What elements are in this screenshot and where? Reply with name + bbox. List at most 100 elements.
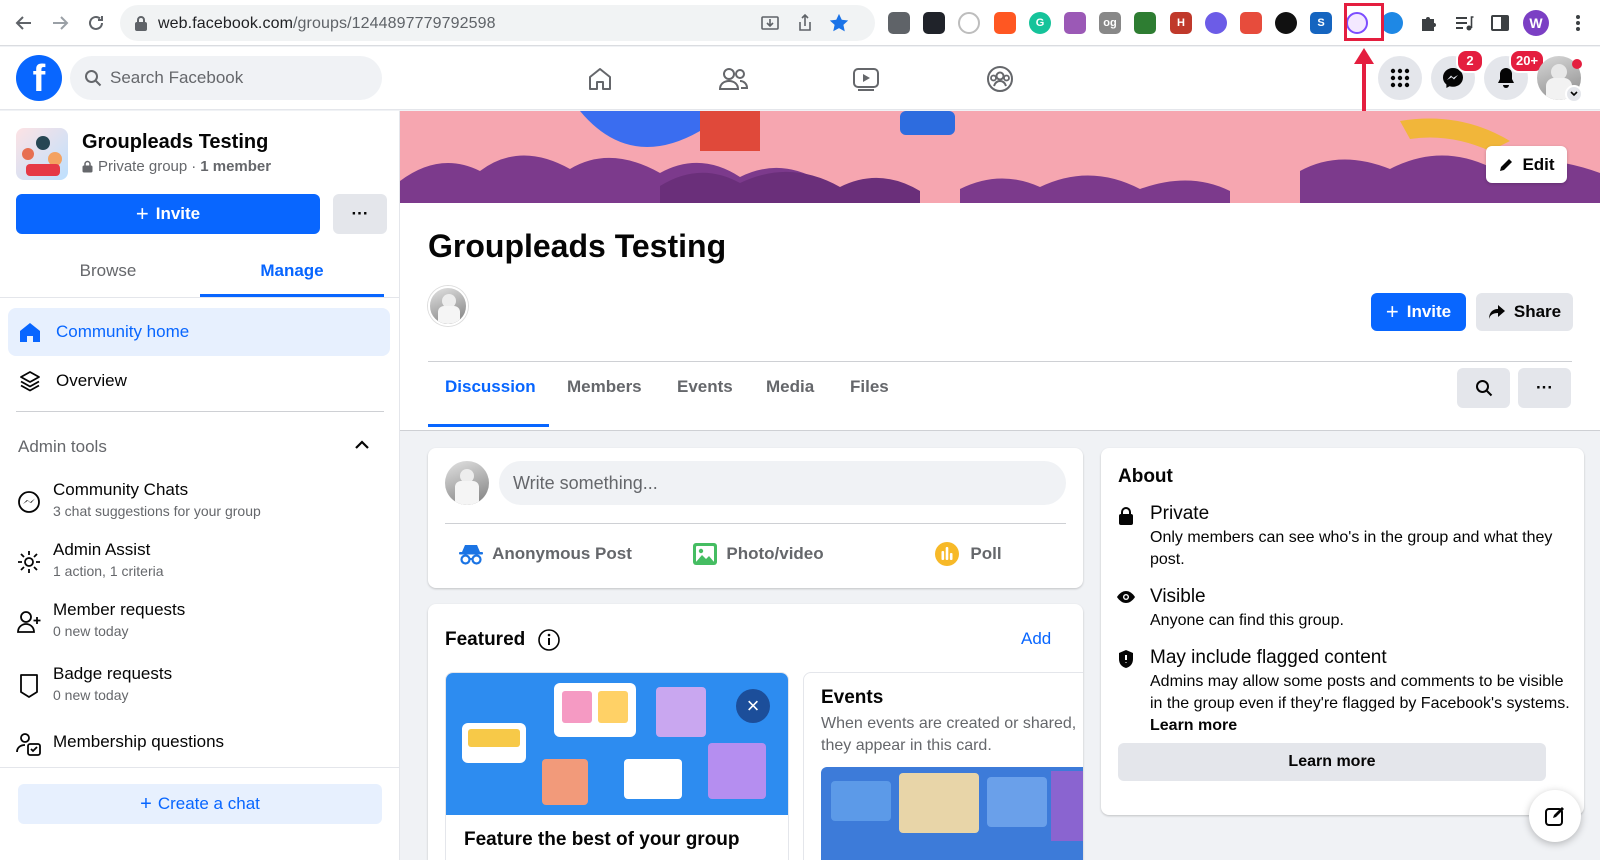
events-card-desc: When events are created or shared, they … [821,715,1077,754]
facebook-logo[interactable]: f [16,55,62,101]
photo-video-button[interactable]: Photo/video [658,531,858,576]
create-chat-label: Create a chat [157,794,260,813]
admin-assist-icon [16,549,42,575]
bookmark-star-icon[interactable] [828,12,850,34]
groups-nav-icon[interactable] [980,59,1020,99]
account-chevron-icon[interactable] [1565,85,1583,103]
close-icon[interactable]: × [736,689,770,723]
puzzle-icon[interactable] [1419,13,1439,33]
group-search-button[interactable] [1457,368,1510,408]
about-heading: Private [1150,503,1210,524]
home-icon [12,321,48,343]
learn-more-button[interactable]: Learn more [1118,743,1546,781]
group-more-button[interactable]: ··· [1518,368,1571,408]
friends-nav-icon[interactable] [713,59,753,99]
group-thumbnail[interactable] [16,128,68,180]
address-bar[interactable]: web.facebook.com/groups/1244897779792598 [120,5,875,41]
community-chats-icon [16,489,42,515]
install-icon[interactable] [760,13,780,33]
media-queue-icon[interactable] [1454,13,1474,33]
home-nav-icon[interactable] [580,59,620,99]
robot-ext-icon[interactable] [1134,12,1156,34]
featured-add-link[interactable]: Add [1021,629,1051,649]
menu-grid-icon[interactable] [1378,56,1422,100]
learn-more-inline-link[interactable]: Learn more [1150,717,1237,734]
tab-media[interactable]: Media [766,377,814,397]
url-host: web.facebook.com [158,15,294,32]
tool-admin-assist[interactable]: Admin Assist 1 action, 1 criteria [53,540,413,579]
tab-browse[interactable]: Browse [16,247,200,295]
react-ext-icon[interactable] [923,12,945,34]
og-ext-icon[interactable]: og [1099,12,1121,34]
composer-card: Write something... Anonymous Post Photo/… [428,448,1083,588]
profile-avatar[interactable]: W [1523,10,1549,36]
tool-subtitle: 3 chat suggestions for your group [53,503,261,519]
sidebar-label: Overview [56,371,127,390]
member-avatar[interactable] [428,286,468,326]
watch-nav-icon[interactable] [846,59,886,99]
tool-subtitle: 0 new today [53,623,129,639]
tool-title: Badge requests [53,664,173,683]
share-ext-icon[interactable] [1064,12,1086,34]
events-card[interactable]: Events When events are created or shared… [803,672,1083,860]
group-name[interactable]: Groupleads Testing [82,131,268,154]
back-arrow-icon[interactable] [12,11,36,35]
sidebar-invite-button[interactable]: + Invite [16,194,320,234]
badge-icon [18,673,40,699]
plus-icon: + [1385,299,1399,324]
chevron-up-icon[interactable] [354,439,370,451]
clock-ext-icon[interactable] [958,12,980,34]
tool-member-requests[interactable]: Member requests 0 new today [53,600,413,639]
reload-icon[interactable] [84,11,108,35]
share-label: Share [1513,302,1562,321]
sidebar-item-community-home[interactable]: Community home [8,308,390,356]
feature-best-card[interactable]: × Feature the best of your group [445,672,789,860]
search-input[interactable]: Search Facebook [70,56,382,100]
incognito-icon [459,544,484,565]
photo-icon [693,542,718,565]
circle-ext-icon[interactable] [1275,12,1297,34]
write-something-input[interactable]: Write something... [499,461,1066,505]
share-page-icon[interactable] [795,13,815,33]
purple-ext-icon[interactable] [1205,12,1227,34]
new-message-button[interactable] [1529,790,1581,842]
edit-label: Edit [1522,154,1555,174]
header-invite-label: Invite [1406,302,1452,321]
share-button[interactable]: Share [1476,293,1573,331]
sidebar-more-button[interactable]: ··· [333,194,387,234]
colorwheel-ext-icon[interactable] [994,12,1016,34]
grammarly-ext-icon[interactable]: G [1029,12,1051,34]
red-dot [1572,59,1582,69]
h-ext-icon[interactable]: H [1170,12,1192,34]
lock-icon [134,15,148,31]
car-ext-icon[interactable] [1240,12,1262,34]
tab-manage[interactable]: Manage [200,247,384,295]
group-member-count[interactable]: 1 member [200,158,271,175]
events-illustration [821,767,1083,860]
group-meta: Private group · 1 member [82,158,271,175]
header-invite-button[interactable]: + Invite [1371,293,1466,331]
tool-membership-questions[interactable]: Membership questions [53,732,413,752]
tool-community-chats[interactable]: Community Chats 3 chat suggestions for y… [53,480,413,519]
bug-ext-icon[interactable] [888,12,910,34]
sidebar-item-overview[interactable]: Overview [8,357,390,405]
divider [16,411,384,412]
anonymous-post-button[interactable]: Anonymous Post [445,531,645,576]
lock-icon [82,160,93,173]
sidepanel-icon[interactable] [1490,13,1510,33]
tool-badge-requests[interactable]: Badge requests 0 new today [53,664,413,703]
tab-discussion[interactable]: Discussion [445,377,536,397]
forward-arrow-icon[interactable] [48,11,72,35]
create-chat-button[interactable]: + Create a chat [18,784,382,824]
kebab-menu-icon[interactable] [1575,13,1581,33]
anonymous-label: Anonymous Post [492,543,632,563]
globe-ext-icon[interactable] [1381,12,1403,34]
tab-events[interactable]: Events [677,377,733,397]
tab-files[interactable]: Files [850,377,889,397]
s-ext-icon[interactable]: S [1310,12,1332,34]
composer-avatar[interactable] [445,461,489,505]
poll-button[interactable]: Poll [868,531,1068,576]
edit-cover-button[interactable]: Edit [1486,146,1567,183]
tab-members[interactable]: Members [567,377,642,397]
photo-label: Photo/video [726,543,824,563]
